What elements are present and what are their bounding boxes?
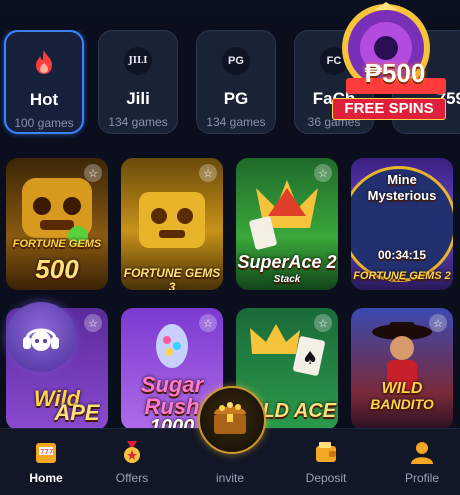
game-title: SuperAce 2 <box>237 252 337 272</box>
game-card[interactable]: ☆ FORTUNE GEMS 3 <box>121 158 223 290</box>
wallet-icon <box>316 442 336 462</box>
support-chat-button[interactable] <box>6 302 76 372</box>
nav-profile[interactable]: Profile <box>376 429 460 495</box>
countdown-timer: 00:34:15 <box>377 248 427 262</box>
favorite-icon[interactable]: ☆ <box>84 164 102 182</box>
game-title-sub: 500 <box>35 254 79 284</box>
favorite-icon[interactable]: ☆ <box>199 164 217 182</box>
game-title-sub: Stack <box>273 274 301 285</box>
nav-label: Deposit <box>305 471 347 485</box>
favorite-icon[interactable]: ☆ <box>314 164 332 182</box>
svg-text:777: 777 <box>40 448 53 456</box>
nav-deposit[interactable]: Deposit <box>280 429 372 495</box>
pg-logo-icon: PG <box>222 47 250 75</box>
category-hot[interactable]: Hot 100 games <box>4 30 84 134</box>
category-pg[interactable]: PG PG 134 games <box>196 30 276 134</box>
game-title-sub: APE <box>54 400 100 425</box>
svg-text:♠: ♠ <box>302 348 318 369</box>
game-card[interactable]: Mine Mysterious 00:34:15 FORTUNE GEMS 2 <box>351 158 453 290</box>
medal-icon <box>124 441 140 463</box>
nav-home[interactable]: 777 Home <box>0 429 92 495</box>
profile-icon <box>411 442 433 464</box>
nav-label: invite <box>215 471 244 485</box>
game-title: FORTUNE GEMS <box>12 238 102 250</box>
promo-label: FREE SPINS <box>332 98 446 120</box>
category-label: Jili <box>126 89 150 108</box>
promo-amount: ₱500 <box>364 58 426 88</box>
game-title-footer: FORTUNE GEMS 2 <box>353 270 451 282</box>
favorite-icon[interactable]: ☆ <box>314 314 332 332</box>
jili-logo-icon: JILI <box>124 47 152 75</box>
game-card[interactable]: ☆ WILD BANDITO <box>351 308 453 430</box>
category-count: 134 games <box>108 115 168 129</box>
game-title-sub: Mysterious <box>367 188 437 203</box>
favorite-icon[interactable]: ☆ <box>199 314 217 332</box>
game-card[interactable]: ☆ FORTUNE GEMS 500 <box>6 158 108 290</box>
slot-machine-icon: 777 <box>36 443 56 463</box>
category-label: Hot <box>29 90 59 109</box>
game-title-sub: BANDITO <box>370 396 434 412</box>
game-card[interactable]: ☆ SuperAce 2 Stack <box>236 158 338 290</box>
favorite-icon[interactable]: ☆ <box>84 314 102 332</box>
nav-offers[interactable]: Offers <box>86 429 178 495</box>
category-count: 134 games <box>206 115 266 129</box>
nav-label: Profile <box>404 471 439 485</box>
game-title: FORTUNE GEMS 3 <box>123 266 221 290</box>
nav-label: Offers <box>115 471 149 485</box>
category-count: 100 games <box>14 116 74 130</box>
game-title: Mine <box>387 172 417 187</box>
free-spins-promo[interactable]: ₱500 FREE SPINS <box>326 0 450 122</box>
nav-label: Home <box>29 471 63 485</box>
category-jili[interactable]: JILI Jili 134 games <box>98 30 178 134</box>
treasure-chest-icon <box>214 402 246 434</box>
fire-icon <box>30 48 58 76</box>
headset-icon <box>23 328 59 351</box>
favorite-icon[interactable]: ☆ <box>429 314 447 332</box>
category-label: PG <box>223 89 249 108</box>
invite-chest-button[interactable] <box>198 386 266 454</box>
